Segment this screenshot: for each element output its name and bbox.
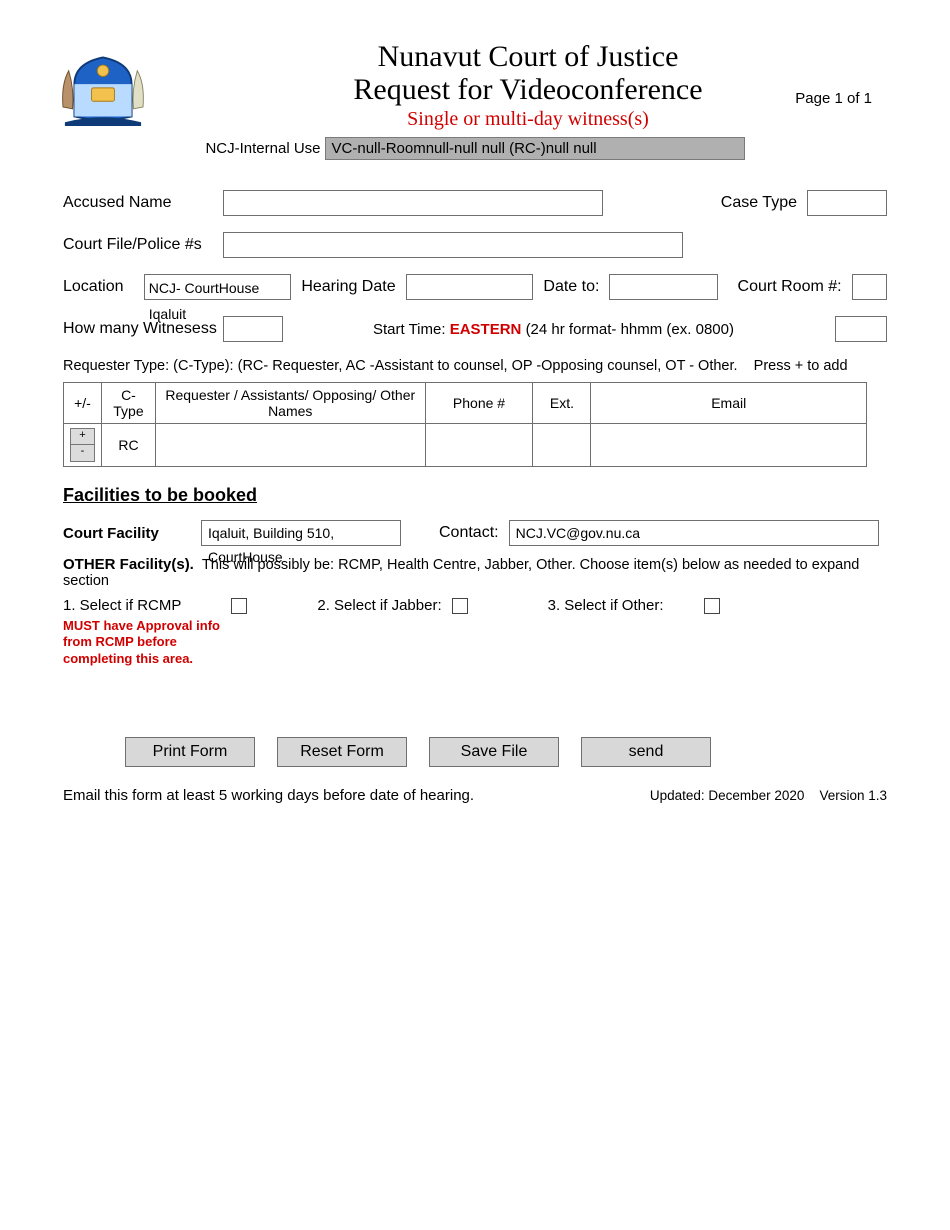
rcmp-warning: MUST have Approval info from RCMP before… [63,618,233,667]
requester-type-hint: Requester Type: (C-Type): (RC- Requester… [55,358,895,382]
eastern-badge: EASTERN [450,321,522,338]
hearing-date-input[interactable] [406,274,534,300]
save-button[interactable]: Save File [429,737,559,767]
internal-use-label: NCJ-Internal Use [205,140,320,157]
footer-meta: Updated: December 2020 Version 1.3 [650,788,887,803]
witnesses-input[interactable] [223,316,283,342]
page-title: Nunavut Court of Justice [161,40,895,73]
court-facility-input[interactable]: Iqaluit, Building 510, CourtHouse [201,520,401,546]
facilities-heading: Facilities to be booked [63,485,887,506]
select-jabber-label: 2. Select if Jabber: [317,597,441,614]
witnesses-label: How many Witnesess [63,320,213,338]
location-input[interactable]: NCJ- CourtHouse Iqaluit [144,274,292,300]
page-number: Page 1 of 1 [795,90,872,107]
start-time-label: Start Time: EASTERN (24 hr format- hhmm … [373,321,734,338]
page-note: Single or multi-day witness(s) [161,108,895,131]
court-file-input[interactable] [223,232,683,258]
reset-button[interactable]: Reset Form [277,737,407,767]
page-subtitle: Request for Videoconference [161,73,895,106]
name-cell[interactable] [155,424,425,467]
remove-row-button[interactable]: - [70,445,95,462]
select-rcmp-label: 1. Select if RCMP [63,597,181,614]
print-button[interactable]: Print Form [125,737,255,767]
date-to-label: Date to: [543,278,599,296]
table-row: + - RC [64,424,867,467]
date-to-input[interactable] [609,274,717,300]
email-cell[interactable] [591,424,867,467]
col-phone: Phone # [425,383,533,424]
requester-table: +/- C-Type Requester / Assistants/ Oppos… [63,382,867,467]
accused-label: Accused Name [63,194,213,212]
accused-input[interactable] [223,190,603,216]
rcmp-checkbox[interactable] [231,598,247,614]
phone-cell[interactable] [425,424,533,467]
col-ext: Ext. [533,383,591,424]
other-checkbox[interactable] [704,598,720,614]
col-plusminus: +/- [64,383,102,424]
start-time-input[interactable] [835,316,887,342]
contact-input[interactable]: NCJ.VC@gov.nu.ca [509,520,879,546]
jabber-checkbox[interactable] [452,598,468,614]
col-names: Requester / Assistants/ Opposing/ Other … [155,383,425,424]
court-room-label: Court Room #: [738,278,842,296]
add-row-button[interactable]: + [70,428,95,445]
ext-cell[interactable] [533,424,591,467]
select-other-label: 3. Select if Other: [548,597,664,614]
location-label: Location [63,278,134,296]
send-button[interactable]: send [581,737,711,767]
crest-icon [55,46,151,126]
ctype-cell[interactable]: RC [101,424,155,467]
col-ctype: C-Type [101,383,155,424]
footer-instruction: Email this form at least 5 working days … [63,787,474,804]
contact-label: Contact: [439,524,499,542]
header: Nunavut Court of Justice Request for Vid… [55,40,895,131]
internal-use-value: VC-null-Roomnull-null null (RC-)null nul… [325,137,745,160]
case-type-input[interactable] [807,190,887,216]
court-file-label: Court File/Police #s [63,236,213,254]
case-type-label: Case Type [721,194,797,212]
court-facility-label: Court Facility [63,525,191,542]
other-facility-hint: OTHER Facility(s). This will possibly be… [55,556,895,597]
court-room-input[interactable] [852,274,887,300]
hearing-date-label: Hearing Date [301,278,395,296]
col-email: Email [591,383,867,424]
